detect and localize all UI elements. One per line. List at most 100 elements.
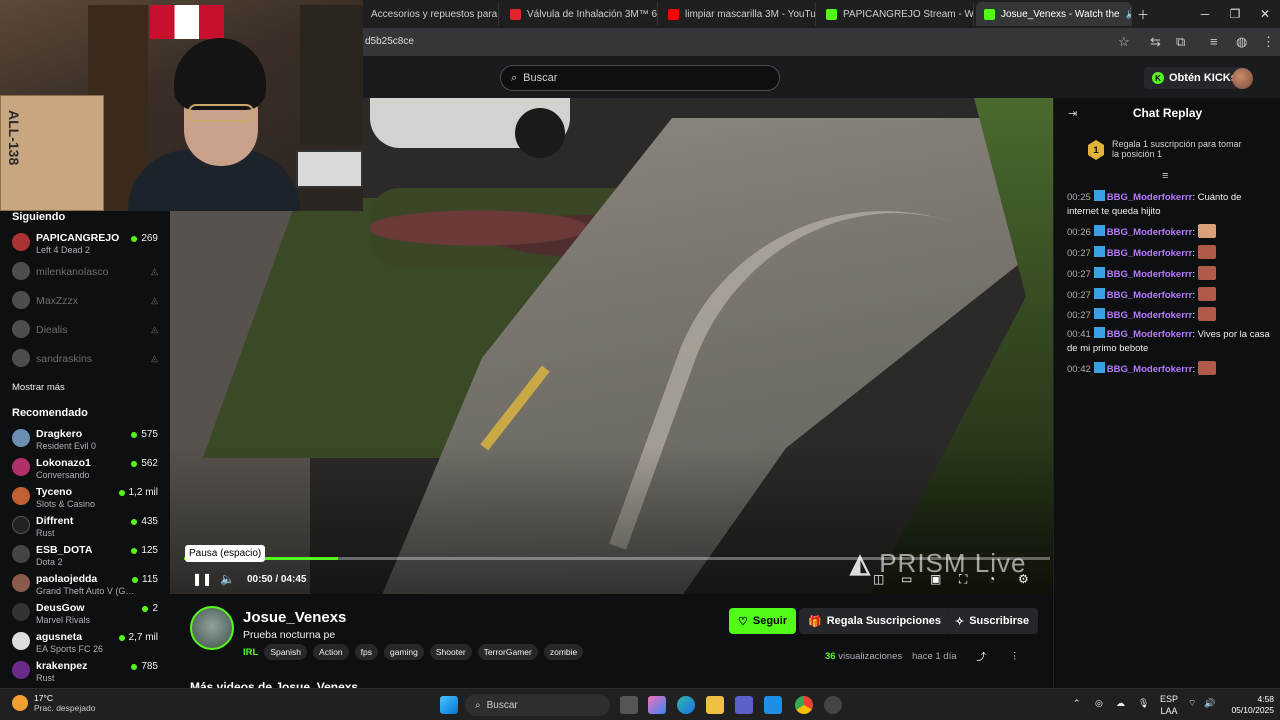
- sidebar-item-recommended[interactable]: Lokonazo1 Conversando 562: [10, 454, 160, 482]
- theater-icon[interactable]: ▭: [901, 572, 912, 586]
- sidebar-item-following[interactable]: milenkanolasco ◬: [10, 258, 160, 286]
- offline-icon: ◬: [151, 295, 158, 305]
- tab-title: PAPICANGREJO Stream - Watc: [843, 8, 974, 20]
- chat-message: 00:27 BBG_Moderfokerrr:: [1067, 307, 1272, 323]
- volume-tray-icon[interactable]: 🔊: [1204, 698, 1215, 709]
- browser-tab-active[interactable]: Josue_Venexs - Watch the 🔊 ✕: [976, 2, 1132, 26]
- gift-subs-button[interactable]: 🎁 Regala Suscripciones: [799, 608, 951, 634]
- microphone-icon[interactable]: 🎙: [1138, 698, 1149, 709]
- miniplayer-icon[interactable]: ▣: [930, 572, 941, 586]
- teams-icon[interactable]: [735, 696, 753, 714]
- browser-tab[interactable]: Accesorios y repuestos para re ✕: [363, 2, 499, 26]
- close-window-icon[interactable]: ✕: [1250, 0, 1280, 28]
- channel-name: DeusGow: [36, 602, 85, 614]
- channel-name: Diffrent: [36, 515, 74, 527]
- browser-tab[interactable]: PAPICANGREJO Stream - Watc ✕: [818, 2, 974, 26]
- chat-username: BBG_Moderfokerrr: [1106, 269, 1193, 280]
- tag[interactable]: fps: [354, 644, 378, 660]
- search-input[interactable]: ⌕ Buscar: [500, 65, 780, 91]
- copilot-icon[interactable]: [648, 696, 666, 714]
- cloud-icon[interactable]: ☁: [1116, 698, 1125, 709]
- tag[interactable]: zombie: [543, 644, 584, 660]
- task-view-icon[interactable]: [620, 696, 638, 714]
- tag[interactable]: gaming: [384, 644, 424, 660]
- category-link[interactable]: IRL: [243, 647, 258, 658]
- heart-icon: ♡: [738, 615, 748, 628]
- fullscreen-icon[interactable]: ⛶: [959, 572, 967, 587]
- sidebar-item-recommended[interactable]: agusneta EA Sports FC 26 2,7 mil: [10, 628, 160, 656]
- sidebar-item-recommended[interactable]: ESB_DOTA Dota 2 125: [10, 541, 160, 569]
- sidebar-item-recommended[interactable]: paolaojedda Grand Theft Auto V (GT... 11…: [10, 570, 160, 598]
- tray-chevron-icon[interactable]: ⌃: [1073, 698, 1081, 709]
- channel-avatar: [12, 487, 30, 505]
- sidebar-item-recommended[interactable]: Tyceno Slots & Casino 1,2 mil: [10, 483, 160, 511]
- channel-name: milenkanolasco: [36, 266, 109, 278]
- progress-bar[interactable]: [184, 557, 1050, 560]
- system-clock[interactable]: 4:58 05/10/2025: [1226, 694, 1274, 717]
- sub-badge-icon: [1093, 267, 1105, 278]
- start-icon[interactable]: [440, 696, 458, 714]
- tag[interactable]: TerrorGamer: [477, 644, 538, 660]
- extensions-icon[interactable]: ⧉: [1176, 34, 1185, 50]
- maximize-icon[interactable]: ❐: [1220, 0, 1250, 28]
- gift-leaderboard[interactable]: 1 Regala 1 suscripción para tomar la pos…: [1088, 139, 1242, 160]
- store-icon[interactable]: [764, 696, 782, 714]
- channel-name[interactable]: Josue_Venexs: [243, 609, 346, 626]
- chat-filter-icon[interactable]: ≡: [1162, 170, 1168, 182]
- weather-widget[interactable]: 17°C Prac. despejado: [12, 693, 95, 713]
- profile-icon[interactable]: ◍: [1236, 34, 1247, 50]
- translate-icon[interactable]: ⇆: [1150, 34, 1161, 50]
- tag[interactable]: Shooter: [429, 644, 472, 660]
- more-options-icon[interactable]: ⋮: [1010, 651, 1020, 662]
- sidebar-item-following[interactable]: PAPICANGREJO Left 4 Dead 2 269: [10, 229, 160, 257]
- media-icon[interactable]: ≡: [1210, 34, 1218, 49]
- playback-speed-icon[interactable]: ◔: [988, 572, 995, 586]
- browser-tab[interactable]: Válvula de Inhalación 3M™ 68 ✕: [502, 2, 658, 26]
- sidebar-item-following[interactable]: sandraskins ◬: [10, 345, 160, 373]
- edge-icon[interactable]: [677, 696, 695, 714]
- follow-button[interactable]: ♡ Seguir: [729, 608, 797, 634]
- tag[interactable]: Spanish: [264, 644, 308, 660]
- sidebar-item-recommended[interactable]: Dragkero Resident Evil 0 575: [10, 425, 160, 453]
- channel-category: Slots & Casino: [36, 499, 96, 509]
- settings-gear-icon[interactable]: ⚙: [1018, 572, 1029, 586]
- new-tab-icon[interactable]: ＋: [1128, 0, 1158, 28]
- viewer-count: 2,7 mil: [118, 632, 158, 643]
- live-dot-icon: [118, 634, 125, 641]
- wifi-icon[interactable]: ⌔: [1188, 698, 1196, 709]
- channel-avatar[interactable]: [190, 606, 234, 650]
- channel-name: MaxZzzx: [36, 295, 78, 307]
- sidebar-item-recommended[interactable]: DeusGow Marvel Rivals 2: [10, 599, 160, 627]
- sidebar-item-following[interactable]: MaxZzzx ◬: [10, 287, 160, 315]
- tray-app-icon[interactable]: ◎: [1095, 698, 1103, 709]
- tag[interactable]: Action: [313, 644, 349, 660]
- sidebar-item-following[interactable]: Diealis ◬: [10, 316, 160, 344]
- user-avatar[interactable]: [1232, 68, 1253, 89]
- more-videos-heading: Más videos de Josue_Venexs: [190, 680, 359, 688]
- show-more-link[interactable]: Mostrar más: [12, 382, 65, 393]
- get-kicks-button[interactable]: K Obtén KICKs: [1144, 67, 1245, 89]
- star-icon[interactable]: ☆: [1118, 34, 1130, 50]
- file-explorer-icon[interactable]: [706, 696, 724, 714]
- share-icon[interactable]: ⤴: [977, 649, 987, 663]
- app-icon[interactable]: [824, 696, 842, 714]
- pause-icon[interactable]: ❚❚: [192, 572, 212, 586]
- menu-icon[interactable]: ⋮: [1262, 34, 1275, 50]
- channel-name: sandraskins: [36, 353, 93, 365]
- webcam-box-text: ALL-138: [6, 110, 22, 166]
- url-field[interactable]: d5b25c8ce: [365, 36, 414, 47]
- sidebar-item-recommended[interactable]: krakenpez Rust 785: [10, 657, 160, 685]
- live-dot-icon: [131, 431, 138, 438]
- minimize-icon[interactable]: ─: [1190, 0, 1220, 28]
- sidebar-item-recommended[interactable]: Diffrent Rust 435: [10, 512, 160, 540]
- chat-message: 00:41 BBG_Moderfokerrr: Vives por la casa…: [1067, 327, 1270, 354]
- taskbar-search[interactable]: ⌕ Buscar: [465, 694, 610, 716]
- recommended-heading: Recomendado: [12, 407, 88, 419]
- browser-tab[interactable]: limpiar mascarilla 3M - YouTub ✕: [660, 2, 816, 26]
- chrome-icon[interactable]: [795, 696, 813, 714]
- follow-label: Seguir: [752, 615, 788, 627]
- clip-icon[interactable]: ◫: [873, 572, 884, 586]
- subscribe-button[interactable]: ✧ Suscribirse: [946, 608, 1039, 634]
- language-indicator[interactable]: ESP LAA: [1160, 694, 1178, 717]
- volume-icon[interactable]: 🔈: [220, 572, 235, 586]
